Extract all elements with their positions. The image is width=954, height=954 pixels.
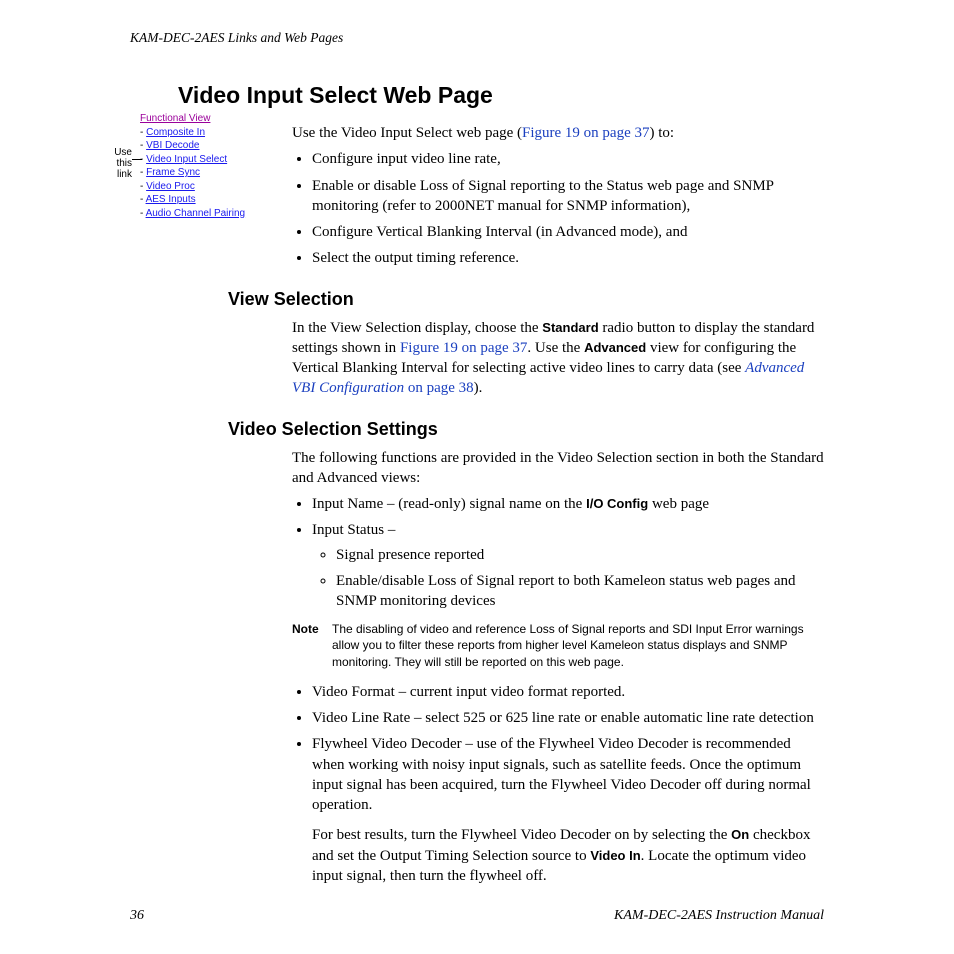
vss-bullet-list: Input Name – (read-only) signal name on … [292,494,824,611]
nav-audio-channel-pairing[interactable]: Audio Channel Pairing [146,208,246,219]
nav-composite-in[interactable]: Composite In [146,127,205,138]
nav-aes-inputs[interactable]: AES Inputs [146,194,196,205]
xref-figure-19[interactable]: Figure 19 on page 37 [522,125,649,141]
functional-view-title[interactable]: Functional View [140,112,245,126]
intro-bullet: Enable or disable Loss of Signal reporti… [312,176,824,217]
nav-video-input-select[interactable]: Video Input Select [146,154,227,165]
intro-bullet-list: Configure input video line rate, Enable … [292,149,824,268]
page-title: Video Input Select Web Page [178,82,824,109]
xref-advanced-vbi-page[interactable]: on page 38 [404,380,474,396]
xref-figure-19b[interactable]: Figure 19 on page 37 [400,340,527,356]
footer-doc-title: KAM-DEC-2AES Instruction Manual [614,908,824,924]
note-text: The disabling of video and reference Los… [332,621,824,670]
vss-intro: The following functions are provided in … [292,448,824,489]
use-this-link-label: Use this link [108,147,132,180]
vss-sub-bullet: Signal presence reported [336,545,824,565]
vss-bullet: Input Name – (read-only) signal name on … [312,494,824,514]
vss-bullet: Video Format – current input video forma… [312,682,824,702]
view-selection-paragraph: In the View Selection display, choose th… [292,318,824,399]
heading-video-selection-settings: Video Selection Settings [228,419,824,440]
intro-bullet: Configure input video line rate, [312,149,824,169]
vss-bullet: Flywheel Video Decoder – use of the Flyw… [312,734,824,886]
functional-view-menu: Functional View - Composite In - VBI Dec… [140,112,245,220]
intro-bullet: Select the output timing reference. [312,248,824,268]
page-number: 36 [130,908,144,924]
nav-video-proc[interactable]: Video Proc [146,181,195,192]
running-header: KAM-DEC-2AES Links and Web Pages [130,30,824,46]
vss-bullet-list-2: Video Format – current input video forma… [292,682,824,886]
vss-bullet: Video Line Rate – select 525 or 625 line… [312,708,824,728]
heading-view-selection: View Selection [228,289,824,310]
vss-bullet: Input Status – Signal presence reported … [312,520,824,611]
vss-sub-bullet: Enable/disable Loss of Signal report to … [336,571,824,612]
nav-frame-sync[interactable]: Frame Sync [146,167,200,178]
intro-paragraph: Use the Video Input Select web page (Fig… [292,123,824,143]
intro-bullet: Configure Vertical Blanking Interval (in… [312,222,824,242]
vss-flywheel-para: For best results, turn the Flywheel Vide… [312,825,824,886]
note-label: Note [292,621,332,637]
nav-vbi-decode[interactable]: VBI Decode [146,140,199,151]
note-block: Note The disabling of video and referenc… [292,621,824,670]
